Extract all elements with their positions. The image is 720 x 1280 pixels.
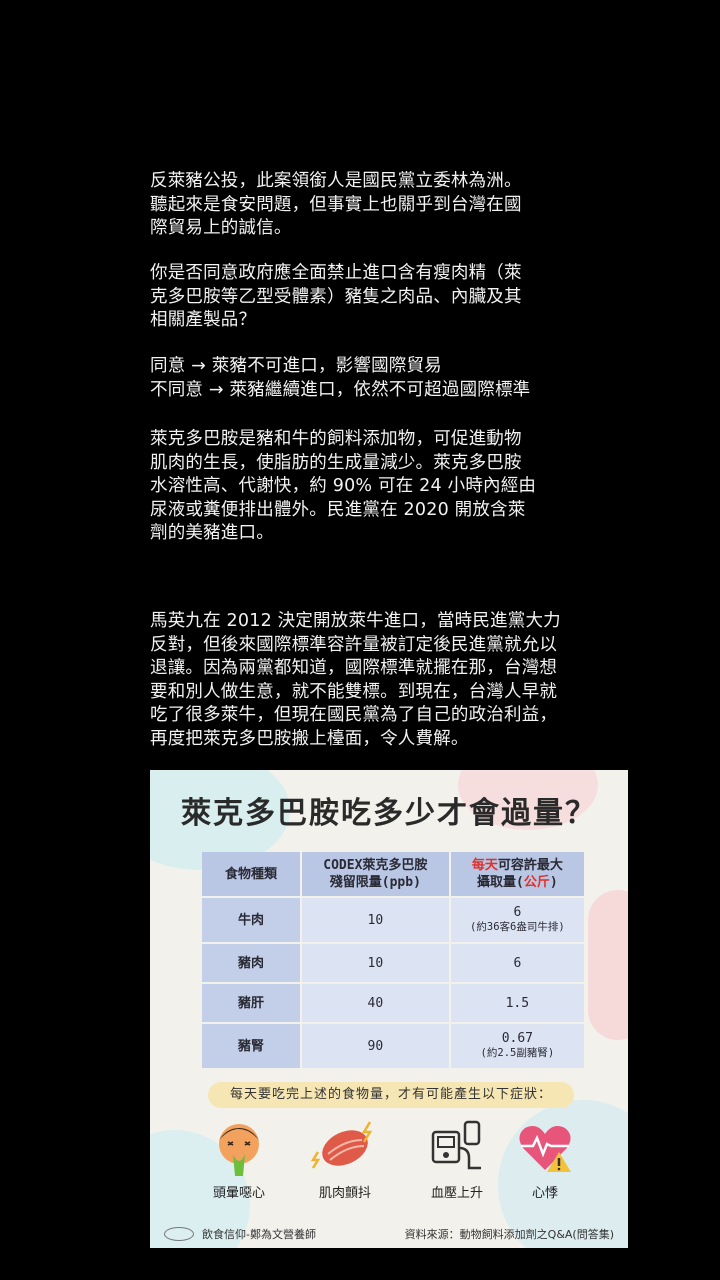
text-line: 水溶性高、代謝快，約 90% 可在 24 小時內經由: [150, 476, 537, 496]
text-line: 萊克多巴胺是豬和牛的飼料添加物，可促進動物: [150, 429, 522, 449]
symptom-label: 心悸: [531, 1186, 558, 1201]
text-line: 馬英九在 2012 決定開放萊牛進口，當時民進黨大力: [150, 611, 561, 631]
blood-pressure-monitor-icon: [431, 1120, 481, 1170]
text-line: 尿液或糞便排出體外。民進黨在 2020 開放含萊: [150, 499, 526, 520]
paragraph-vote-options: 同意 → 萊豬不可進口，影響國際貿易 不同意 → 萊豬繼續進口，依然不可超過國際…: [150, 355, 530, 402]
text-line: 反萊豬公投，此案領銜人是國民黨立委林為洲。: [150, 171, 522, 191]
text-line: 聽起來是食安問題，但事實上也關乎到台灣在國: [150, 194, 522, 215]
cell-max-value: 0.67: [501, 1031, 533, 1046]
cell-ppb: 90: [302, 1024, 449, 1068]
text-line: 再度把萊克多巴胺搬上檯面，令人費解。: [150, 728, 469, 749]
paragraph-referendum-intro: 反萊豬公投，此案領銜人是國民黨立委林為洲。 聽起來是食安問題，但事實上也關乎到台…: [150, 170, 522, 241]
cell-ppb: 10: [302, 898, 449, 942]
cell-max: 6 (約36客6盎司牛排): [450, 898, 584, 942]
paragraph-history: 馬英九在 2012 決定開放萊牛進口，當時民進黨大力 反對，但後來國際標準容許量…: [150, 610, 561, 751]
cell-ppb: 10: [302, 944, 449, 982]
symptom-label: 血壓上升: [430, 1186, 483, 1201]
table-header-row: 食物種類 CODEX萊克多巴胺 殘留限量(ppb) 每天可容許最大 攝取量(公斤…: [202, 852, 584, 896]
text-line: 吃了很多萊牛，但現在國民黨為了自己的政治利益，: [150, 705, 558, 725]
paragraph-referendum-question: 你是否同意政府應全面禁止進口含有瘦肉精（萊 克多巴胺等乙型受體素）豬隻之肉品、內…: [150, 262, 522, 333]
author-credit: 飲食信仰-鄭為文營養師: [164, 1226, 316, 1242]
table-row: 豬肝 40 1.5: [202, 984, 584, 1022]
heart-warning-icon: [519, 1126, 571, 1172]
table-row: 牛肉 10 6 (約36客6盎司牛排): [202, 898, 584, 942]
text-line: 反對，但後來國際標準容許量被訂定後民進黨就允以: [150, 634, 558, 655]
header-max-red: 每天: [471, 858, 498, 873]
text-line: 退讓。因為兩黨都知道，國際標準就擺在那，台灣想: [150, 658, 558, 678]
symptom-muscle-tremor: 肌肉顫抖: [300, 1118, 390, 1201]
paragraph-ractopamine-info: 萊克多巴胺是豬和牛的飼料添加物，可促進動物 肌肉的生長，使脂肪的生成量減少。萊克…: [150, 428, 536, 546]
symptom-label: 頭暈噁心: [212, 1186, 265, 1201]
cell-max: 0.67 (約2.5副豬腎): [450, 1024, 584, 1068]
text-line: 不同意 → 萊豬繼續進口，依然不可超過國際標準: [150, 379, 531, 400]
source-credit: 資料來源：動物飼料添加劑之Q&A(問答集): [404, 1228, 614, 1241]
header-max-rest: 可容許最大: [497, 858, 563, 873]
header-codex-line2: 殘留限量(ppb): [329, 875, 421, 890]
text-line: 同意 → 萊豬不可進口，影響國際貿易: [150, 356, 442, 376]
header-food: 食物種類: [202, 852, 300, 896]
cell-max-note: (約2.5副豬腎): [480, 1047, 555, 1059]
cell-food: 豬腎: [202, 1024, 300, 1068]
intake-table: 食物種類 CODEX萊克多巴胺 殘留限量(ppb) 每天可容許最大 攝取量(公斤…: [200, 850, 586, 1070]
header-max-intake: 每天可容許最大 攝取量(公斤): [450, 852, 584, 896]
cell-max-value: 1.5: [505, 995, 530, 1011]
header-max-line2a: 攝取量(: [477, 875, 524, 890]
cell-max-value: 6: [513, 955, 522, 971]
text-line: 克多巴胺等乙型受體素）豬隻之肉品、內臟及其: [150, 286, 522, 307]
text-line: 肌肉的生長，使脂肪的生成量減少。萊克多巴胺: [150, 452, 522, 473]
text-line: 相關產製品？: [150, 310, 257, 330]
cell-max-value: 6: [513, 905, 522, 920]
symptom-label: 肌肉顫抖: [318, 1186, 371, 1201]
cell-food: 豬肝: [202, 984, 300, 1022]
symptom-blood-pressure: 血壓上升: [412, 1118, 502, 1201]
muscle-icon: [310, 1121, 373, 1169]
symptom-dizziness: 頭暈噁心: [194, 1118, 284, 1201]
symptom-palpitation: 心悸: [500, 1118, 590, 1201]
header-codex: CODEX萊克多巴胺 殘留限量(ppb): [302, 852, 449, 896]
table-row: 豬腎 90 0.67 (約2.5副豬腎): [202, 1024, 584, 1068]
table-row: 豬肉 10 6: [202, 944, 584, 982]
cell-max: 1.5: [450, 984, 584, 1022]
infographic-title: 萊克多巴胺吃多少才會過量？: [181, 796, 597, 831]
author-credit-text: 飲食信仰-鄭為文營養師: [202, 1228, 316, 1241]
header-codex-line1: CODEX萊克多巴胺: [323, 858, 428, 873]
header-max-line2b: ): [549, 875, 558, 890]
header-max-unit: 公斤: [523, 875, 550, 890]
text-line: 際貿易上的誠信。: [150, 218, 292, 238]
nauseous-face-icon: [219, 1124, 259, 1176]
cell-food: 牛肉: [202, 898, 300, 942]
text-line: 劑的美豬進口。: [150, 523, 274, 543]
brand-logo-icon: [164, 1227, 194, 1241]
cell-ppb: 40: [302, 984, 449, 1022]
text-line: 要和別人做生意，就不能雙標。到現在，台灣人早就: [150, 681, 558, 702]
cell-max: 6: [450, 944, 584, 982]
cell-food: 豬肉: [202, 944, 300, 982]
cell-max-note: (約36客6盎司牛排): [470, 921, 565, 933]
infographic-image[interactable]: 萊克多巴胺吃多少才會過量？ 食物種類 CODEX萊克多巴胺 殘留限量(ppb) …: [150, 770, 628, 1248]
background-blob: [588, 890, 628, 1040]
text-line: 你是否同意政府應全面禁止進口含有瘦肉精（萊: [150, 263, 522, 283]
symptom-notice: 每天要吃完上述的食物量，才有可能產生以下症狀：: [208, 1082, 574, 1108]
